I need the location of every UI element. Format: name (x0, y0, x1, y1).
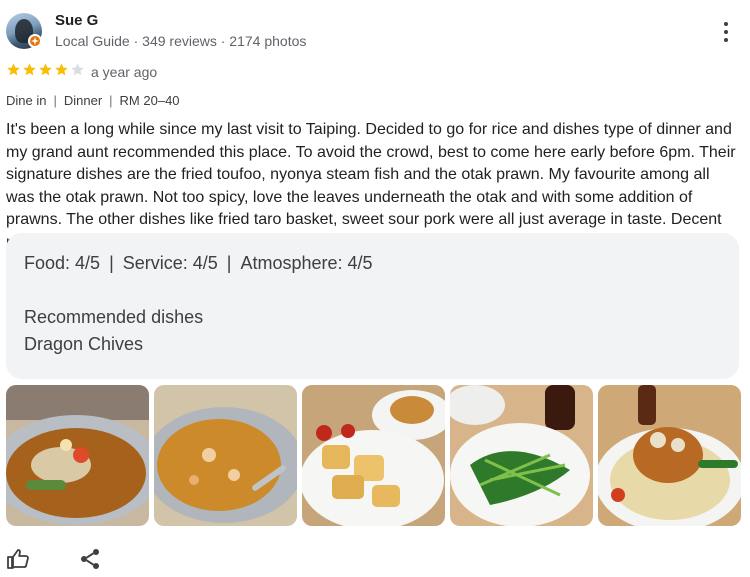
meta-service: Dine in (6, 93, 47, 108)
recommended-dish: Dragon Chives (24, 334, 144, 354)
more-vert-icon[interactable] (716, 20, 736, 44)
local-guide-badge-icon (28, 34, 42, 48)
star-filled-icon (7, 63, 20, 76)
star-filled-icon (23, 63, 36, 76)
star-filled-icon (55, 63, 68, 76)
reviewer-name[interactable]: Sue G (55, 12, 98, 29)
star-filled-icon (39, 63, 52, 76)
review-photo[interactable] (598, 385, 741, 526)
review-photo[interactable] (302, 385, 445, 526)
share-icon[interactable] (78, 547, 102, 571)
star-empty-icon (71, 63, 84, 76)
thumb-up-icon[interactable] (6, 547, 30, 571)
star-rating (6, 62, 85, 77)
review-photos (6, 385, 741, 526)
attribute-ratings-box: Food: 4/5 | Service: 4/5 | Atmosphere: 4/5 R… (6, 233, 739, 379)
review-date: a year ago (91, 64, 158, 80)
service-rating: Service: 4/5 (122, 253, 218, 273)
review-photo[interactable] (154, 385, 297, 526)
meta-price: RM 20–40 (119, 93, 180, 108)
review-photo[interactable] (6, 385, 149, 526)
recommended-heading: Recommended dishes (24, 307, 204, 327)
attribute-ratings: Food: 4/5 | Service: 4/5 | Atmosphere: 4/5 (24, 253, 373, 273)
food-rating: Food: 4/5 (24, 253, 101, 273)
review-photo[interactable] (450, 385, 593, 526)
review-meta: Dine in | Dinner | RM 20–40 (6, 93, 180, 108)
atmosphere-rating: Atmosphere: 4/5 (240, 253, 373, 273)
reviewer-stats: Local Guide · 349 reviews · 2174 photos (55, 33, 307, 49)
meta-meal: Dinner (63, 93, 103, 108)
